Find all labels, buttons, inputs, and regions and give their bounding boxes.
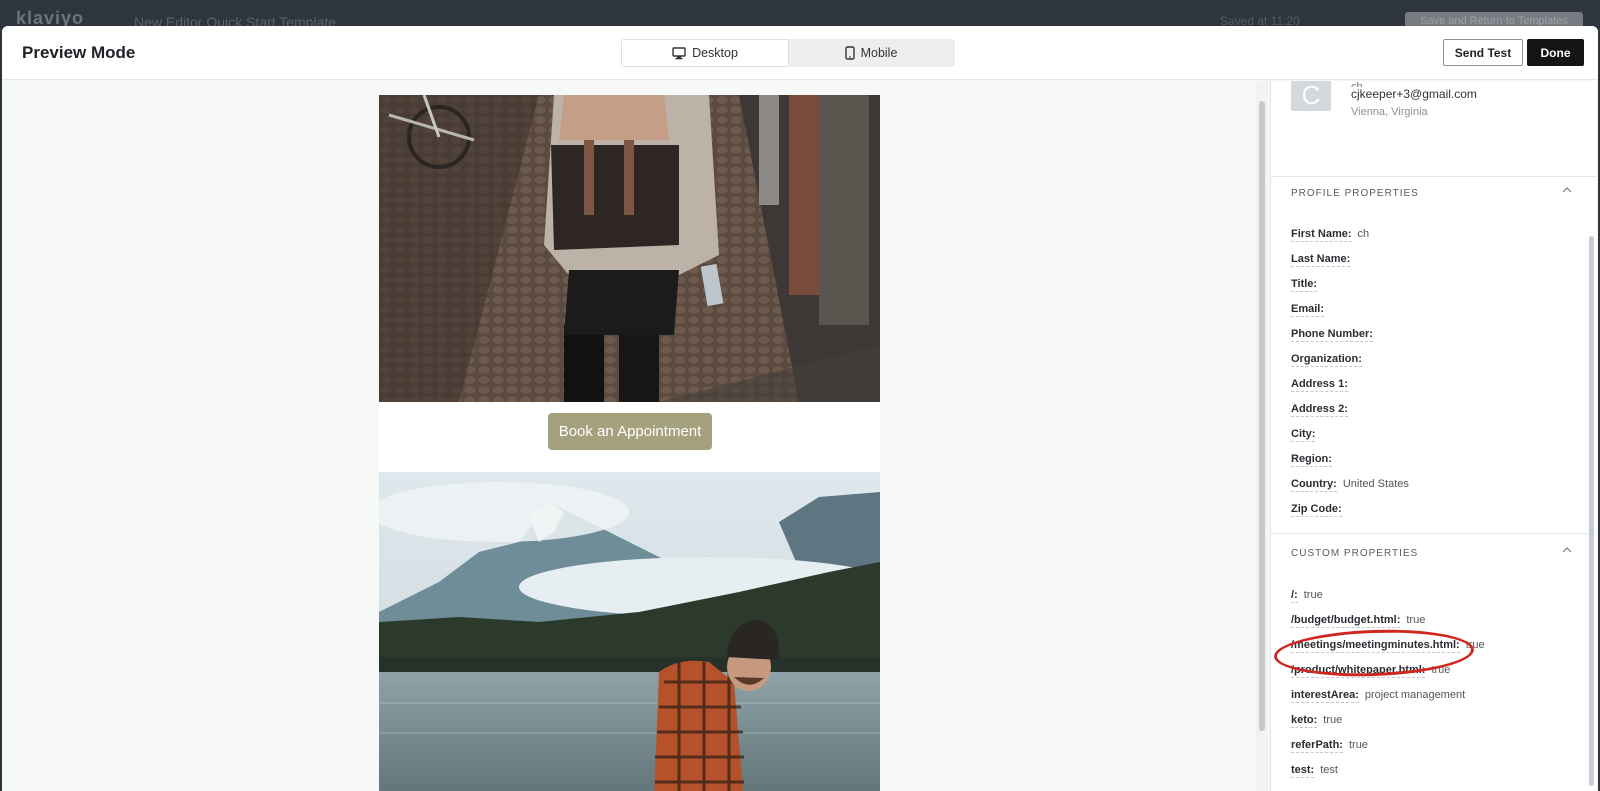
property-key[interactable]: City: xyxy=(1291,428,1316,442)
property-row: Phone Number: xyxy=(1291,328,1409,353)
profile-properties-heading: PROFILE PROPERTIES xyxy=(1291,188,1419,199)
profile-location: Vienna, Virginia xyxy=(1351,106,1428,118)
property-row: Zip Code: xyxy=(1291,503,1409,528)
property-value: true xyxy=(1303,589,1323,601)
property-row: Last Name: xyxy=(1291,253,1409,278)
property-row: /: true xyxy=(1291,589,1485,614)
property-row: Title: xyxy=(1291,278,1409,303)
property-key[interactable]: /budget/budget.html: xyxy=(1291,614,1401,628)
property-value: project management xyxy=(1364,689,1466,701)
property-key[interactable]: Address 1: xyxy=(1291,378,1348,392)
section-divider xyxy=(1271,533,1596,534)
book-appointment-button[interactable]: Book an Appointment xyxy=(548,413,712,450)
desktop-icon xyxy=(672,46,686,59)
property-key[interactable]: test: xyxy=(1291,764,1315,778)
property-key[interactable]: Last Name: xyxy=(1291,253,1351,267)
send-test-button[interactable]: Send Test xyxy=(1443,39,1523,66)
tab-mobile-label: Mobile xyxy=(860,46,898,60)
panel-scrollbar-thumb[interactable] xyxy=(1589,236,1594,786)
property-key[interactable]: keto: xyxy=(1291,714,1318,728)
email-preview-area[interactable]: Book an Appointment xyxy=(2,81,1256,791)
profile-summary: C ch cjkeeper+3@gmail.com Vienna, Virgin… xyxy=(1271,81,1596,177)
property-value: true xyxy=(1348,739,1368,751)
property-key[interactable]: referPath: xyxy=(1291,739,1343,753)
property-key[interactable]: interestArea: xyxy=(1291,689,1359,703)
property-key[interactable]: /: xyxy=(1291,589,1298,603)
property-key[interactable]: Organization: xyxy=(1291,353,1362,367)
custom-properties-heading: CUSTOM PROPERTIES xyxy=(1291,548,1419,559)
mobile-icon xyxy=(844,46,855,60)
property-key[interactable]: Zip Code: xyxy=(1291,503,1342,517)
profile-properties-list: First Name: ch Last Name: Title: Email: Phone… xyxy=(1291,228,1409,528)
property-value: true xyxy=(1431,664,1451,676)
property-row: Region: xyxy=(1291,453,1409,478)
property-row: City: xyxy=(1291,428,1409,453)
property-value: true xyxy=(1323,714,1343,726)
chevron-up-icon[interactable] xyxy=(1561,185,1573,198)
property-key[interactable]: /meetings/meetingminutes.html: xyxy=(1291,639,1460,653)
property-value: test xyxy=(1320,764,1338,776)
property-row: Organization: xyxy=(1291,353,1409,378)
property-row: Address 1: xyxy=(1291,378,1409,403)
property-value: United States xyxy=(1342,478,1409,490)
profile-email: cjkeeper+3@gmail.com xyxy=(1351,87,1477,101)
property-key[interactable]: Country: xyxy=(1291,478,1337,492)
property-row: /budget/budget.html: true xyxy=(1291,614,1485,639)
property-row: keto: true xyxy=(1291,714,1485,739)
panel-scrollbar[interactable] xyxy=(1587,81,1595,791)
property-key[interactable]: Phone Number: xyxy=(1291,328,1373,342)
property-row: Email: xyxy=(1291,303,1409,328)
tab-mobile[interactable]: Mobile xyxy=(788,40,954,66)
property-value: true xyxy=(1465,639,1485,651)
property-key[interactable]: Title: xyxy=(1291,278,1318,292)
app-top-bar: klaviyo New Editor Quick Start Template … xyxy=(0,0,1600,30)
view-toggle: Desktop Mobile xyxy=(621,39,955,67)
property-row: First Name: ch xyxy=(1291,228,1409,253)
email-body: Book an Appointment xyxy=(379,95,880,791)
preview-modal: Preview Mode Desktop Mobile Send Test Do… xyxy=(2,26,1598,791)
chevron-up-icon[interactable] xyxy=(1561,545,1573,558)
modal-header: Preview Mode Desktop Mobile Send Test Do… xyxy=(2,26,1598,80)
property-row: Address 2: xyxy=(1291,403,1409,428)
property-row: interestArea: project management xyxy=(1291,689,1485,714)
done-button[interactable]: Done xyxy=(1527,39,1584,66)
tab-desktop[interactable]: Desktop xyxy=(622,40,788,66)
profile-panel: C ch cjkeeper+3@gmail.com Vienna, Virgin… xyxy=(1270,81,1596,791)
property-row: Country: United States xyxy=(1291,478,1409,503)
custom-properties-list: /: true/budget/budget.html: true/meetings/… xyxy=(1291,589,1485,789)
property-key[interactable]: /product/whitepaper.html: xyxy=(1291,664,1426,678)
property-key[interactable]: Region: xyxy=(1291,453,1332,467)
hero-image-mountain-lake xyxy=(379,472,880,791)
page-title: Preview Mode xyxy=(22,43,136,62)
avatar: C xyxy=(1291,81,1331,111)
property-row: /meetings/meetingminutes.html: true xyxy=(1291,639,1485,664)
hero-image-backpacker xyxy=(379,95,880,402)
property-row: referPath: true xyxy=(1291,739,1485,764)
property-key[interactable]: Email: xyxy=(1291,303,1325,317)
preview-scrollbar[interactable] xyxy=(1256,81,1268,791)
property-row: /product/whitepaper.html: true xyxy=(1291,664,1485,689)
preview-scrollbar-thumb[interactable] xyxy=(1259,101,1265,731)
property-key[interactable]: First Name: xyxy=(1291,228,1352,242)
property-value: true xyxy=(1406,614,1426,626)
property-key[interactable]: Address 2: xyxy=(1291,403,1348,417)
tab-desktop-label: Desktop xyxy=(692,46,738,60)
property-value: ch xyxy=(1357,228,1370,240)
property-row: test: test xyxy=(1291,764,1485,789)
